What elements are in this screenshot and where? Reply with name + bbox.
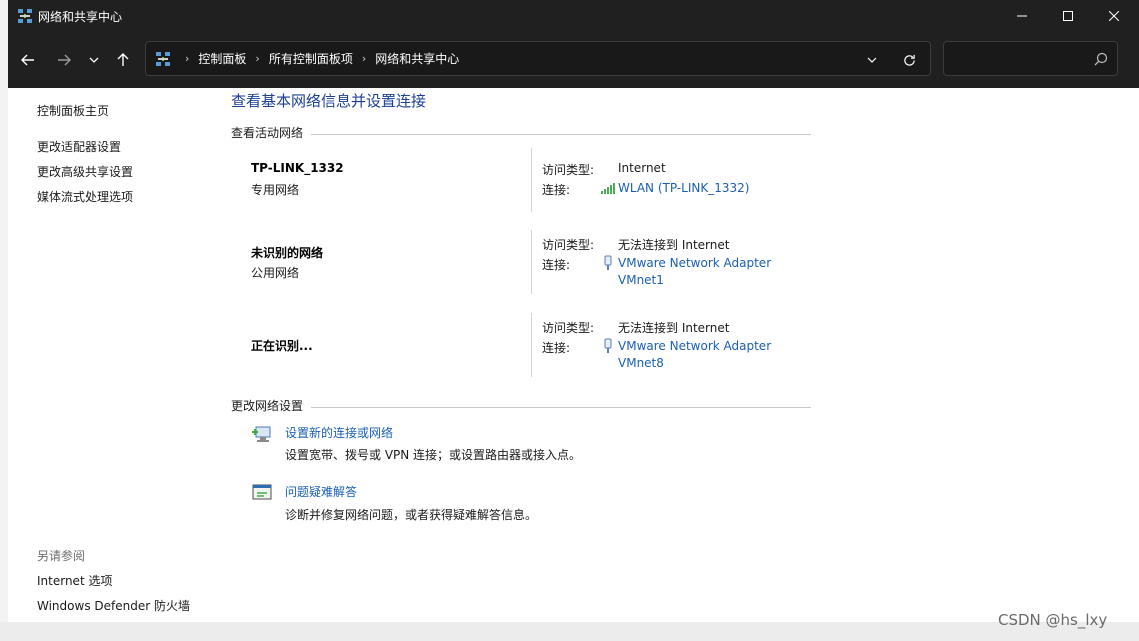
network-sharing-window: 网络和共享中心 › 控制面板 › 所有控制面板项 › 网络和共享中心 控制面板主… [8, 0, 1139, 622]
troubleshoot-link[interactable]: 问题疑难解答 [285, 483, 357, 500]
back-button[interactable] [14, 46, 42, 74]
breadcrumb-item[interactable]: 控制面板 [198, 50, 246, 67]
change-settings-heading: 更改网络设置 [231, 399, 304, 413]
address-bar[interactable]: › 控制面板 › 所有控制面板项 › 网络和共享中心 [145, 41, 931, 76]
watermark: CSDN @hs_lxy [998, 611, 1108, 629]
chevron-down-icon [89, 57, 99, 63]
network-sharing-icon [156, 52, 170, 66]
search-input[interactable] [943, 41, 1118, 76]
up-arrow-icon [117, 53, 129, 66]
chevron-right-icon[interactable]: › [255, 52, 259, 65]
back-arrow-icon [21, 54, 34, 66]
vertical-divider [531, 148, 532, 212]
access-type-label: 访问类型: [542, 163, 595, 177]
refresh-button[interactable] [898, 51, 920, 69]
forward-button[interactable] [50, 46, 78, 74]
vertical-divider [531, 313, 532, 377]
breadcrumb: › 控制面板 › 所有控制面板项 › 网络和共享中心 [176, 50, 459, 67]
see-also-internet-options[interactable]: Internet 选项 [37, 572, 112, 589]
close-button[interactable] [1091, 0, 1137, 32]
wifi-signal-icon [601, 183, 615, 194]
section-divider [311, 407, 811, 408]
window-title: 网络和共享中心 [38, 10, 123, 24]
sidebar-item-adapter-settings[interactable]: 更改适配器设置 [37, 138, 121, 155]
connection-label: 连接: [542, 341, 571, 355]
network-type-link[interactable]: 专用网络 [251, 181, 299, 198]
access-type-label: 访问类型: [542, 238, 595, 252]
minimize-button[interactable] [999, 0, 1045, 32]
see-also-heading: 另请参阅 [37, 549, 86, 563]
search-icon [1094, 52, 1108, 66]
up-button[interactable] [109, 46, 137, 74]
new-connection-icon [252, 426, 271, 442]
refresh-icon [903, 54, 915, 66]
address-history-button[interactable] [862, 52, 882, 68]
maximize-button[interactable] [1045, 0, 1091, 32]
active-networks-heading: 查看活动网络 [231, 126, 304, 140]
connection-label: 连接: [542, 258, 571, 272]
breadcrumb-item[interactable]: 网络和共享中心 [375, 50, 459, 67]
troubleshoot-desc: 诊断并修复网络问题，或者获得疑难解答信息。 [285, 508, 538, 522]
sidebar-item-advanced-sharing[interactable]: 更改高级共享设置 [37, 163, 133, 180]
chevron-down-icon [867, 57, 877, 63]
sidebar-item-control-panel-home[interactable]: 控制面板主页 [37, 102, 109, 119]
page-title: 查看基本网络信息并设置连接 [231, 92, 427, 110]
access-type-value: 无法连接到 Internet [618, 238, 730, 252]
setup-connection-link[interactable]: 设置新的连接或网络 [285, 424, 393, 441]
troubleshoot-icon [252, 484, 272, 500]
connection-link[interactable]: VMnet1 [618, 273, 664, 287]
connection-label: 连接: [542, 183, 571, 197]
forward-arrow-icon [58, 54, 71, 66]
navigation-bar: › 控制面板 › 所有控制面板项 › 网络和共享中心 [8, 32, 1139, 88]
connection-link[interactable]: VMware Network Adapter [618, 256, 771, 270]
access-type-label: 访问类型: [542, 321, 595, 335]
close-icon [1109, 11, 1119, 21]
network-name: TP-LINK_1332 [251, 161, 344, 175]
network-sharing-icon [18, 9, 32, 23]
section-divider [311, 134, 811, 135]
recent-locations-button[interactable] [80, 46, 108, 74]
see-also-firewall[interactable]: Windows Defender 防火墙 [37, 597, 190, 614]
setup-connection-desc: 设置宽带、拨号或 VPN 连接；或设置路由器或接入点。 [285, 448, 582, 462]
ethernet-adapter-icon [604, 338, 612, 353]
access-type-value: 无法连接到 Internet [618, 321, 730, 335]
connection-link[interactable]: VMware Network Adapter [618, 339, 771, 353]
sidebar-item-media-streaming[interactable]: 媒体流式处理选项 [37, 188, 133, 205]
title-bar: 网络和共享中心 [8, 0, 1139, 32]
minimize-icon [1017, 15, 1027, 17]
connection-link[interactable]: VMnet8 [618, 356, 664, 370]
maximize-icon [1063, 11, 1073, 21]
background-taskbar-strip [0, 622, 1139, 641]
network-type-link[interactable]: 公用网络 [251, 264, 299, 281]
ethernet-adapter-icon [604, 255, 612, 270]
access-type-value: Internet [618, 161, 666, 175]
chevron-right-icon: › [185, 52, 190, 65]
breadcrumb-item[interactable]: 所有控制面板项 [269, 50, 353, 67]
chevron-right-icon[interactable]: › [362, 52, 366, 65]
network-name: 正在识别... [251, 339, 313, 353]
connection-link[interactable]: WLAN (TP-LINK_1332) [618, 181, 749, 195]
vertical-divider [531, 230, 532, 294]
network-name: 未识别的网络 [251, 246, 324, 260]
